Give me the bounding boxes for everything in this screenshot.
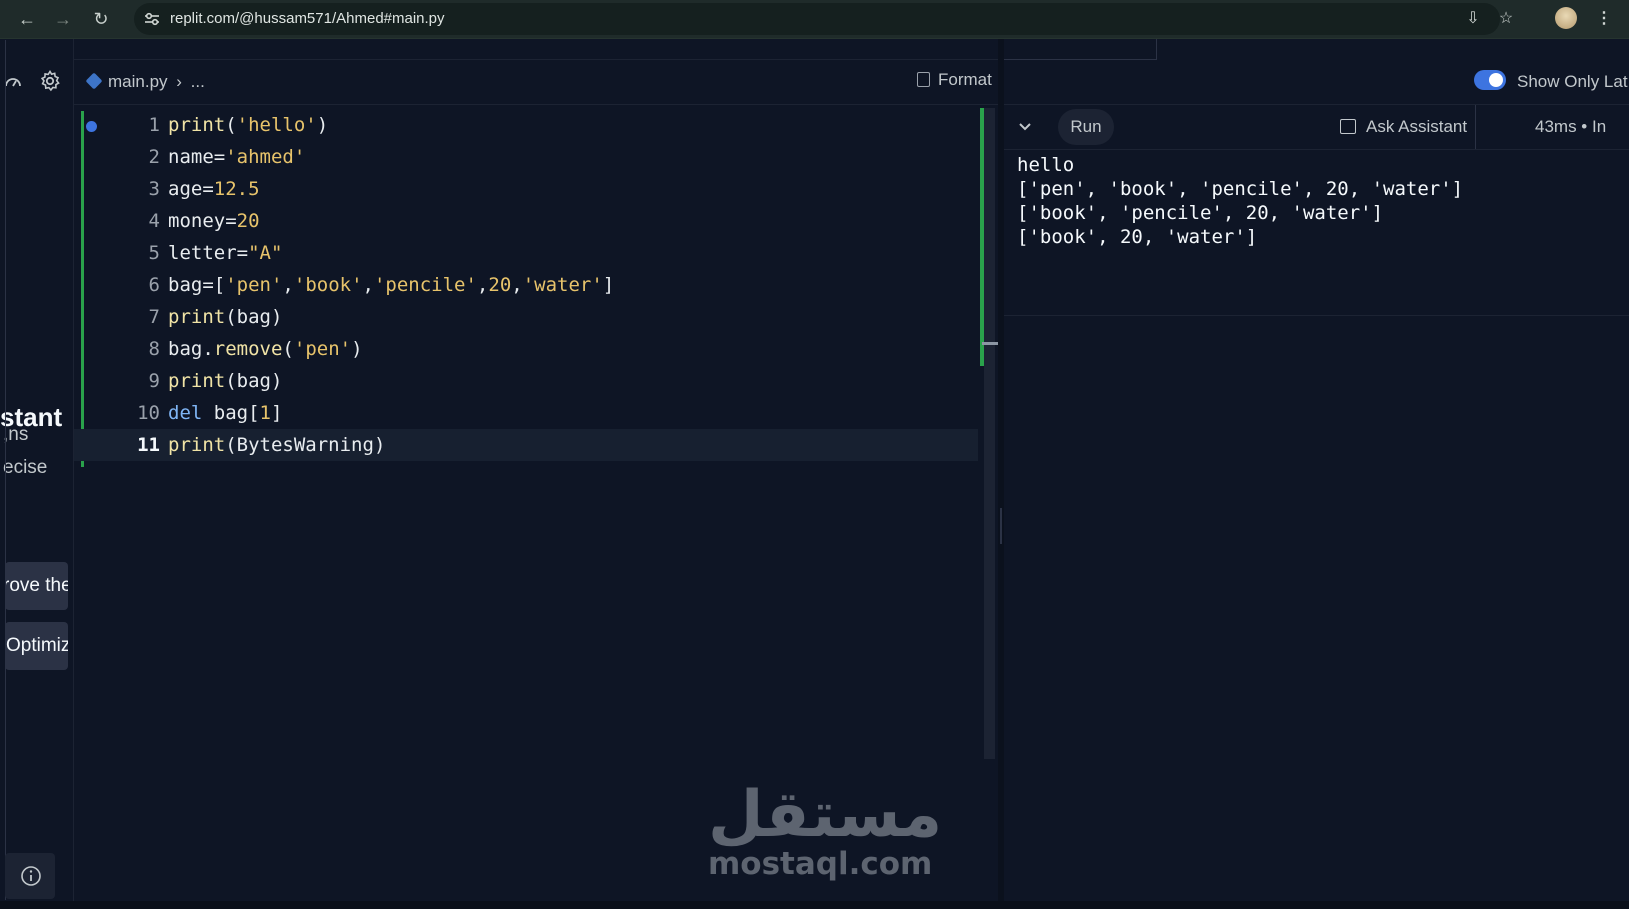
toggle-knob [1489,73,1503,87]
gauge-icon[interactable] [3,72,23,92]
url-text[interactable]: replit.com/@hussam571/Ahmed#main.py [170,10,445,27]
editor-scrollbar[interactable] [984,108,995,759]
breadcrumb-separator: › [176,72,182,91]
console-output[interactable]: hello ['pen', 'book', 'pencile', 20, 'wa… [1004,150,1629,316]
code-text[interactable]: del bag[1] [168,397,282,429]
assistant-text-line: ns, [3,424,29,445]
line-number: 8 [148,338,160,360]
reload-icon[interactable]: ↻ [88,6,114,32]
run-button[interactable]: Run [1058,109,1114,145]
breakpoint-dot[interactable] [86,121,97,132]
code-text[interactable]: age=12.5 [168,173,260,205]
breadcrumb-more[interactable]: ... [191,72,205,91]
show-only-latest-toggle[interactable] [1474,70,1506,90]
output-line: ['book', 'pencile', 20, 'water'] [1017,202,1384,224]
output-line: hello [1017,154,1075,176]
scroll-cursor-marker [982,342,999,345]
watermark-logo-text: مستقل [708,778,943,852]
more-menu-icon[interactable]: ⋮ [1593,8,1615,30]
output-line: ['book', 20, 'water'] [1017,226,1258,248]
site-settings-icon[interactable] [142,9,162,29]
browser-toolbar: ← → ↻ replit.com/@hussam571/Ahmed#main.p… [0,0,1629,39]
code-line[interactable]: 3 age=12.5 [74,173,978,205]
info-button[interactable] [5,853,55,899]
left-sidebar: stant ns, ecise rove the Optimiz [0,39,74,901]
code-text[interactable]: bag.remove('pen') [168,333,363,365]
back-arrow-icon[interactable]: ← [14,6,40,32]
suggestion-chip-optimize[interactable]: Optimiz [5,622,68,670]
line-number: 4 [148,210,160,232]
code-line[interactable]: 10 del bag[1] [74,397,978,429]
gear-icon[interactable] [38,69,62,93]
chevron-down-icon[interactable] [1016,117,1034,135]
code-line[interactable]: 4 money=20 [74,205,978,237]
run-timing: 43ms • In [1535,117,1607,136]
format-button[interactable]: Format [917,70,992,90]
install-app-icon[interactable]: ⇩ [1462,8,1484,30]
line-number: 9 [148,370,160,392]
breadcrumb-file[interactable]: main.py [108,72,168,91]
suggestion-chip-label: Optimiz [6,635,68,656]
sidebar-border [5,40,6,900]
info-icon [21,866,41,886]
code-text[interactable]: print(bag) [168,365,282,397]
line-number: 3 [148,178,160,200]
code-line[interactable]: 6 bag=['pen','book','pencile',20,'water'… [74,269,978,301]
bookmark-star-icon[interactable]: ☆ [1495,8,1517,30]
editor-header: main.py › ... Format [74,39,1001,105]
address-bar[interactable]: replit.com/@hussam571/Ahmed#main.py [134,3,1500,35]
code-text[interactable]: print(BytesWarning) [168,429,385,461]
line-number: 1 [148,114,160,136]
code-text[interactable]: letter="A" [168,237,282,269]
breadcrumb[interactable]: main.py › ... [85,72,205,92]
code-line[interactable]: 9 print(bag) [74,365,978,397]
bottom-edge [0,901,1629,909]
assistant-text-line: ecise [3,457,48,478]
line-number: 7 [148,306,160,328]
show-only-latest-label: Show Only Lat [1517,72,1628,91]
toolbar-divider [1475,105,1476,149]
chat-icon [1340,119,1356,134]
line-number: 10 [137,402,160,424]
code-text[interactable]: bag=['pen','book','pencile',20,'water'] [168,269,614,301]
format-button-label: Format [938,70,992,89]
code-line[interactable]: 7 print(bag) [74,301,978,333]
code-text[interactable]: print(bag) [168,301,282,333]
suggestion-chip-improve[interactable]: rove the [5,562,68,610]
line-number: 2 [148,146,160,168]
ask-assistant-button[interactable]: Ask Assistant [1340,117,1467,137]
console-header: Show Only Lat [1004,39,1629,105]
code-text[interactable]: print('hello') [168,109,328,141]
line-number: 5 [148,242,160,264]
code-line[interactable]: 1 print('hello') [74,109,978,141]
code-text[interactable]: money=20 [168,205,260,237]
console-toolbar: Run Ask Assistant 43ms • In [1004,105,1629,150]
code-text[interactable]: name='ahmed' [168,141,305,173]
code-line[interactable]: 5 letter="A" [74,237,978,269]
code-line[interactable]: 2 name='ahmed' [74,141,978,173]
profile-avatar[interactable] [1555,7,1577,29]
forward-arrow-icon[interactable]: → [50,6,76,32]
watermark-domain: mostaql.com [708,846,933,882]
pane-resize-handle[interactable] [1000,508,1002,544]
output-line: ['pen', 'book', 'pencile', 20, 'water'] [1017,178,1464,200]
code-line-active[interactable]: 11 print(BytesWarning) [74,429,978,461]
line-number: 6 [148,274,160,296]
code-line[interactable]: 8 bag.remove('pen') [74,333,978,365]
ask-assistant-label: Ask Assistant [1366,117,1468,136]
console-tab-strip [1004,39,1157,60]
format-icon [917,72,930,87]
editor-tab-strip [74,39,1001,60]
suggestion-chip-label: rove the [5,575,68,596]
line-number: 11 [137,434,160,456]
python-file-icon [85,72,103,90]
